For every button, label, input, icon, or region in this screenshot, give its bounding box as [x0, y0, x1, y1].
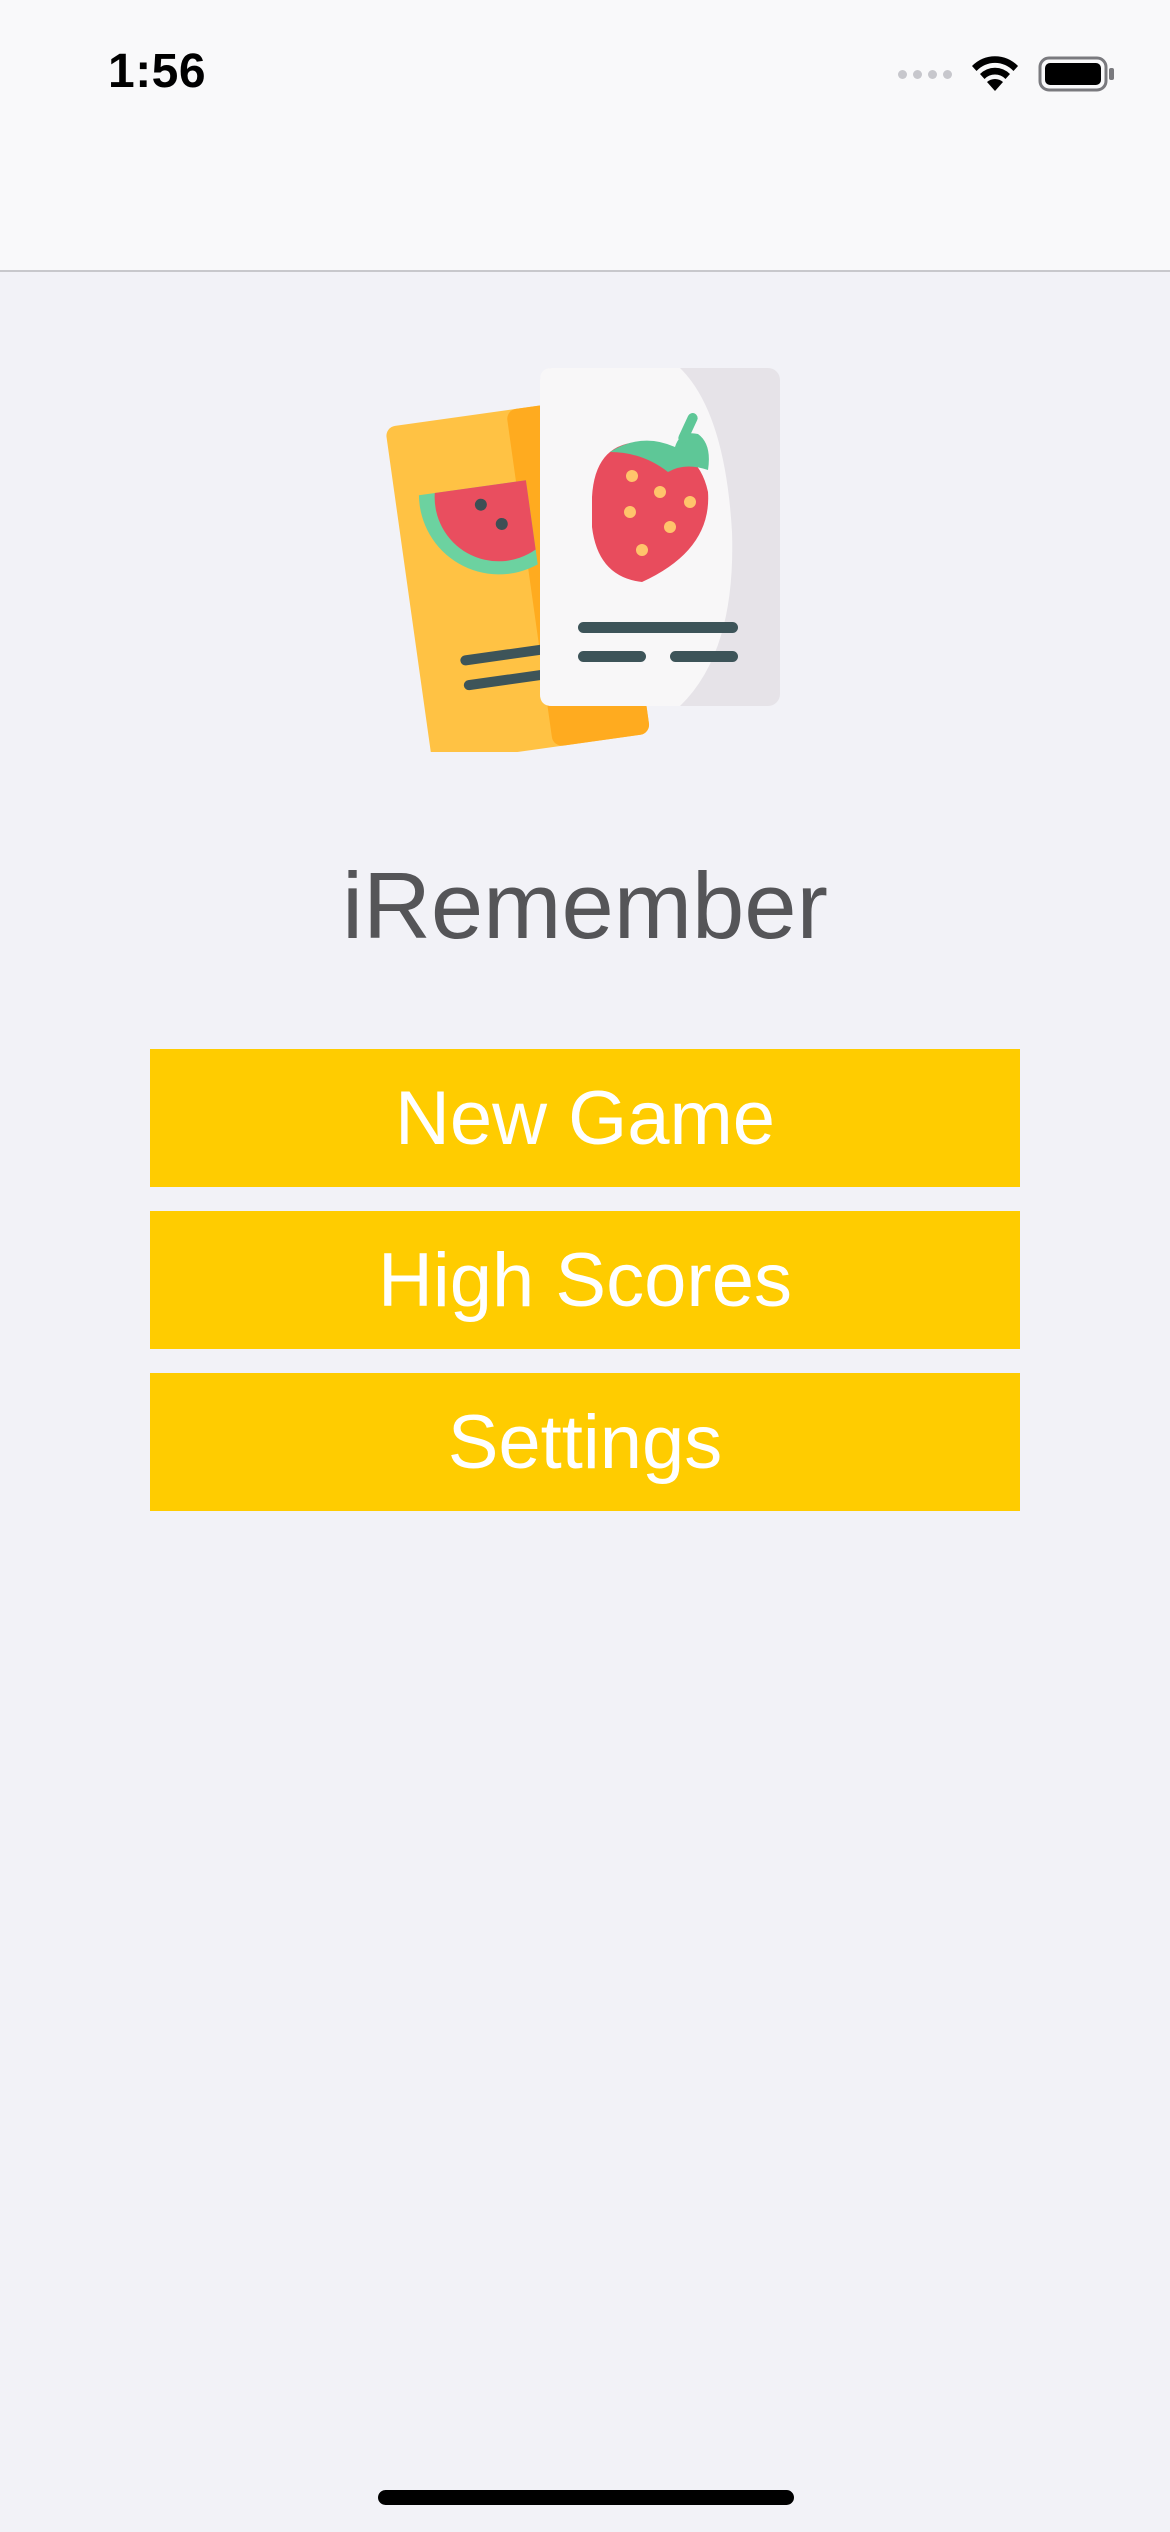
status-icons [898, 50, 1116, 98]
wifi-icon [972, 56, 1018, 91]
settings-button[interactable]: Settings [150, 1373, 1020, 1511]
app-title: iRemember [342, 853, 828, 958]
memory-cards-logo [386, 368, 780, 752]
battery-icon [1038, 56, 1114, 92]
high-scores-button[interactable]: High Scores [150, 1211, 1020, 1349]
new-game-button[interactable]: New Game [150, 1049, 1020, 1187]
home-indicator[interactable] [378, 2490, 794, 2505]
cellular-signal-icon [898, 69, 952, 79]
navigation-bar: 1:56 [0, 0, 1170, 272]
status-time: 1:56 [108, 45, 207, 98]
